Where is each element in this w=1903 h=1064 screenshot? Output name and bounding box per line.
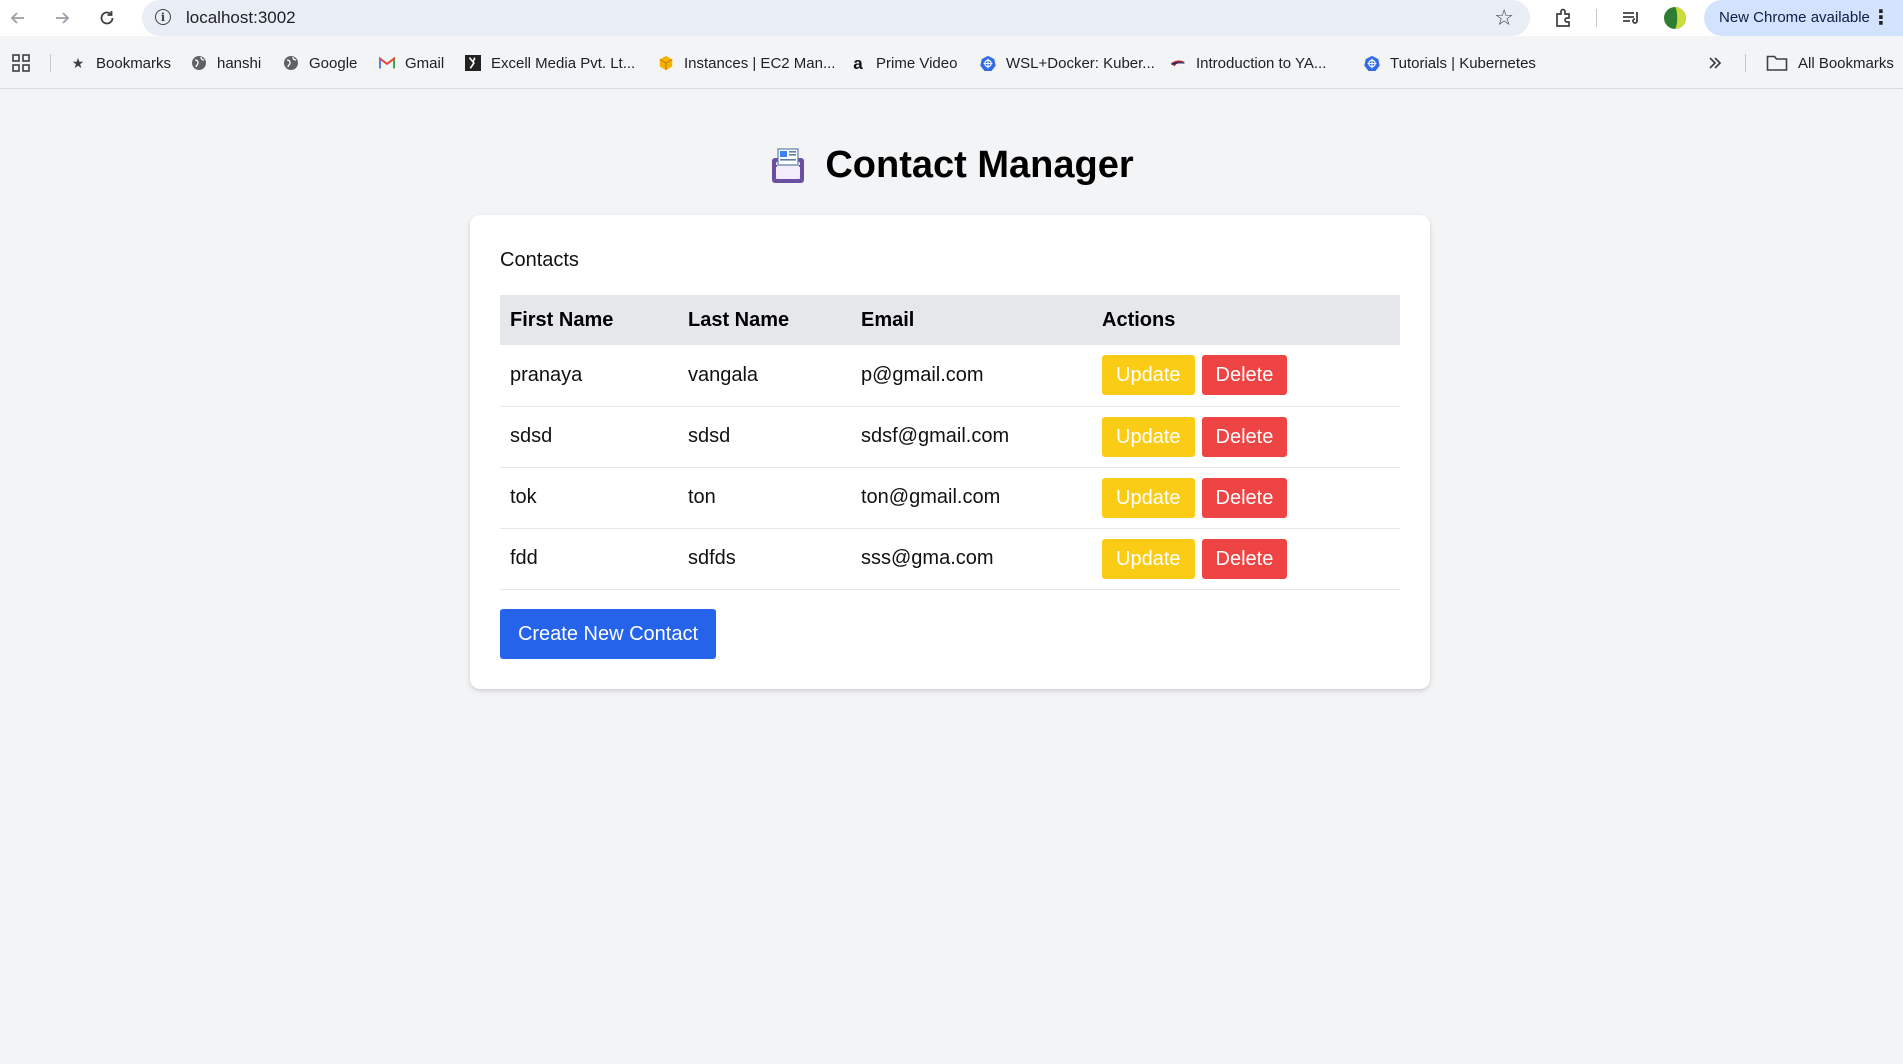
cell-email: sdsf@gmail.com — [861, 425, 1010, 447]
bookmark-label: Instances | EC2 Man... — [684, 54, 836, 72]
contacts-card: Contacts First Name Last Name Email Acti… — [470, 215, 1430, 689]
bookmark-excell-media[interactable]: Excell Media Pvt. Lt... — [465, 52, 635, 74]
column-header-first-name: First Name — [510, 308, 614, 331]
cell-last-name: sdsd — [688, 425, 731, 447]
bookmark-bookmarks[interactable]: ★ Bookmarks — [70, 52, 171, 74]
delete-button[interactable]: Delete — [1201, 416, 1288, 457]
cell-first-name: fdd — [510, 547, 538, 569]
apps-grid-icon[interactable] — [12, 52, 30, 74]
url-text: localhost:3002 — [186, 8, 296, 27]
bookmark-hanshi[interactable]: hanshi — [191, 52, 261, 74]
delete-button[interactable]: Delete — [1201, 355, 1288, 396]
new-chrome-label: New Chrome available — [1719, 9, 1870, 26]
column-header-actions: Actions — [1102, 308, 1176, 331]
bookmark-google[interactable]: Google — [283, 52, 357, 74]
extensions-icon[interactable] — [1553, 6, 1575, 30]
site-info-icon[interactable]: i — [155, 9, 171, 25]
bookmark-wsl-docker[interactable]: WSL+Docker: Kuber... — [980, 52, 1155, 74]
bookmarks-bar: ★ Bookmarks hanshi Google Gmail Excell M… — [0, 46, 1903, 80]
new-chrome-button[interactable]: New Chrome available ⋮ — [1704, 0, 1903, 36]
update-button[interactable]: Update — [1102, 416, 1195, 457]
table-row: fdd sdfds sss@gma.com Update Delete — [500, 528, 1400, 589]
reading-list-icon[interactable] — [1620, 6, 1642, 30]
menu-dots-icon[interactable]: ⋮ — [1871, 5, 1891, 30]
column-header-last-name: Last Name — [688, 308, 790, 331]
app-header: Contact Manager — [0, 140, 1903, 190]
bookmark-label: Tutorials | Kubernetes — [1390, 54, 1536, 72]
cell-last-name: vangala — [688, 363, 759, 386]
page-title: Contact Manager — [825, 143, 1134, 186]
cell-last-name: ton — [688, 486, 716, 508]
table-header-row: First Name Last Name Email Actions — [500, 295, 1400, 345]
table-row: sdsd sdsd sdsf@gmail.com Update Delete — [500, 406, 1400, 467]
address-bar[interactable]: i localhost:3002 ☆ — [142, 0, 1530, 36]
cell-first-name: sdsd — [510, 425, 553, 447]
bookmark-star-icon[interactable]: ☆ — [1494, 5, 1514, 31]
globe-icon — [191, 55, 207, 71]
gmail-icon — [379, 55, 395, 71]
bookmark-label: Google — [309, 54, 358, 72]
bookmark-label: Introduction to YA... — [1196, 54, 1327, 72]
table-row: pranaya vangala p@gmail.com Update Delete — [500, 345, 1400, 406]
folder-icon — [1766, 55, 1788, 71]
kubernetes-icon — [980, 55, 996, 71]
browser-toolbar: i localhost:3002 ☆ New Chrome available … — [0, 0, 1903, 36]
cell-actions: Update Delete — [1092, 467, 1400, 528]
forward-icon[interactable] — [50, 6, 74, 30]
cell-actions: Update Delete — [1092, 528, 1400, 589]
cell-actions: Update Delete — [1092, 345, 1400, 406]
bookmark-intro-yaml[interactable]: Introduction to YA... — [1170, 52, 1326, 74]
cell-last-name: sdfds — [688, 547, 736, 569]
excell-icon — [465, 55, 481, 71]
bookmark-label: Excell Media Pvt. Lt... — [491, 54, 636, 72]
bookmark-kubernetes-tutorials[interactable]: Tutorials | Kubernetes — [1364, 52, 1536, 74]
amazon-icon: a — [853, 53, 863, 73]
update-button[interactable]: Update — [1102, 477, 1195, 518]
bookmark-gmail[interactable]: Gmail — [379, 52, 444, 74]
contacts-heading: Contacts — [500, 249, 579, 271]
delete-button[interactable]: Delete — [1201, 538, 1288, 579]
bookmark-label: Gmail — [405, 54, 445, 72]
table-row: tok ton ton@gmail.com Update Delete — [500, 467, 1400, 528]
globe-icon — [283, 55, 299, 71]
delete-button[interactable]: Delete — [1201, 477, 1288, 518]
bookmark-prime-video[interactable]: a Prime Video — [850, 52, 957, 74]
all-bookmarks-label: All Bookmarks — [1798, 54, 1894, 72]
aws-icon — [658, 55, 674, 71]
more-bookmarks-chevron-icon[interactable] — [1707, 52, 1723, 74]
toolbar-divider — [1596, 9, 1597, 27]
create-new-contact-button[interactable]: Create New Contact — [500, 609, 716, 659]
contact-manager-logo-icon — [772, 148, 805, 183]
bookmarks-divider — [50, 54, 51, 72]
star-icon: ★ — [71, 55, 85, 71]
bookmark-ec2-instances[interactable]: Instances | EC2 Man... — [658, 52, 835, 74]
bookmark-label: hanshi — [217, 54, 262, 72]
bookmark-label: WSL+Docker: Kuber... — [1006, 54, 1155, 72]
all-bookmarks-folder[interactable]: All Bookmarks — [1766, 52, 1894, 74]
bookmark-label: Prime Video — [876, 54, 958, 72]
cell-email: p@gmail.com — [861, 363, 984, 386]
chrome-divider — [0, 88, 1903, 89]
cell-first-name: pranaya — [510, 363, 583, 386]
profile-avatar[interactable] — [1663, 6, 1687, 30]
back-icon[interactable] — [6, 6, 30, 30]
reload-icon[interactable] — [95, 6, 119, 30]
swoosh-icon — [1170, 55, 1186, 71]
cell-first-name: tok — [510, 486, 537, 508]
update-button[interactable]: Update — [1102, 538, 1195, 579]
cell-email: sss@gma.com — [861, 547, 994, 569]
cell-email: ton@gmail.com — [861, 486, 1001, 508]
kubernetes-icon — [1364, 55, 1380, 71]
contacts-table: First Name Last Name Email Actions prana… — [500, 295, 1400, 590]
bookmarks-divider — [1745, 54, 1746, 72]
bookmark-label: Bookmarks — [96, 54, 172, 72]
update-button[interactable]: Update — [1102, 355, 1195, 396]
column-header-email: Email — [861, 308, 915, 331]
cell-actions: Update Delete — [1092, 406, 1400, 467]
